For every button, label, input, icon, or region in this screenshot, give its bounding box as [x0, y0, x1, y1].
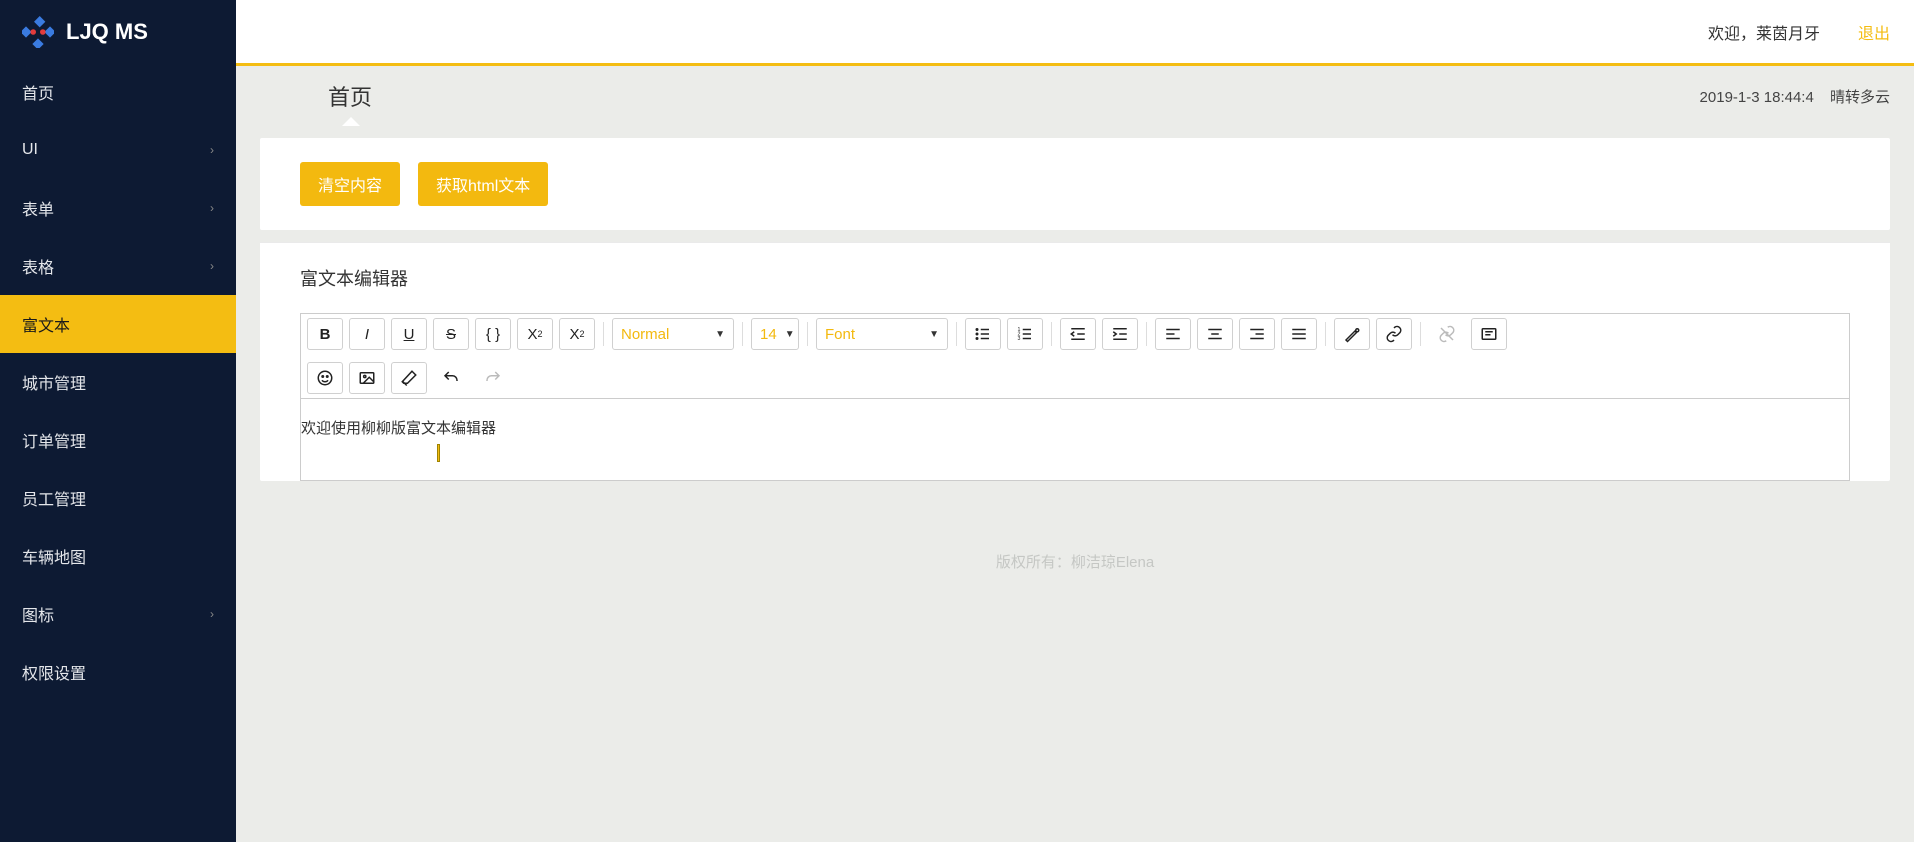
sidebar-item-table[interactable]: 表格 › — [0, 237, 236, 295]
italic-button[interactable]: I — [349, 318, 385, 350]
editor-panel: 富文本编辑器 B I U S { } X2 X2 Normal▼ 14▼ — [260, 242, 1890, 481]
chevron-right-icon: › — [210, 143, 214, 157]
code-block-button[interactable]: { } — [475, 318, 511, 350]
align-justify-button[interactable] — [1281, 318, 1317, 350]
link-button[interactable] — [1376, 318, 1412, 350]
sidebar-item-order[interactable]: 订单管理 — [0, 411, 236, 469]
get-html-button[interactable]: 获取html文本 — [418, 162, 548, 206]
underline-button[interactable]: U — [391, 318, 427, 350]
weather-text: 晴转多云 — [1830, 89, 1890, 106]
undo-button[interactable] — [433, 362, 469, 394]
emoji-button[interactable] — [307, 362, 343, 394]
redo-button[interactable] — [475, 362, 511, 394]
chevron-right-icon: › — [210, 259, 214, 273]
brand-text: LJQ MS — [66, 19, 148, 45]
text-caret-icon — [437, 444, 440, 462]
sidebar-item-city[interactable]: 城市管理 — [0, 353, 236, 411]
indent-button[interactable] — [1102, 318, 1138, 350]
ordered-list-button[interactable]: 123 — [1007, 318, 1043, 350]
caret-down-icon: ▼ — [715, 329, 725, 340]
fontsize-select[interactable]: 14▼ — [751, 318, 799, 350]
sidebar-item-map[interactable]: 车辆地图 — [0, 527, 236, 585]
sidebar-item-staff[interactable]: 员工管理 — [0, 469, 236, 527]
sidebar-item-ui[interactable]: UI › — [0, 121, 236, 179]
topbar: LJQ MS 欢迎，莱茵月牙 退出 — [0, 0, 1914, 63]
fullscreen-button[interactable] — [1471, 318, 1507, 350]
main-content: 首页 2019-1-3 18:44:4 晴转多云 清空内容 获取html文本 富… — [236, 66, 1914, 842]
brand-logo-icon — [22, 16, 54, 48]
brand-area: LJQ MS — [0, 0, 236, 63]
fontfamily-select[interactable]: Font▼ — [816, 318, 948, 350]
panel-title: 富文本编辑器 — [260, 242, 1890, 313]
sidebar-item-form[interactable]: 表单 › — [0, 179, 236, 237]
unordered-list-button[interactable] — [965, 318, 1001, 350]
sidebar-item-richtext[interactable]: 富文本 — [0, 295, 236, 353]
breadcrumb-row: 首页 2019-1-3 18:44:4 晴转多云 — [236, 66, 1914, 126]
chevron-right-icon: › — [210, 201, 214, 215]
sidebar-item-home[interactable]: 首页 — [0, 63, 236, 121]
align-center-button[interactable] — [1197, 318, 1233, 350]
subscript-button[interactable]: X2 — [559, 318, 595, 350]
bold-button[interactable]: B — [307, 318, 343, 350]
action-panel: 清空内容 获取html文本 — [260, 138, 1890, 230]
strikethrough-button[interactable]: S — [433, 318, 469, 350]
heading-select[interactable]: Normal▼ — [612, 318, 734, 350]
welcome-text: 欢迎，莱茵月牙 — [1708, 20, 1820, 44]
editor-toolbar: B I U S { } X2 X2 Normal▼ 14▼ Font▼ — [300, 313, 1850, 398]
logout-link[interactable]: 退出 — [1858, 20, 1890, 44]
color-picker-button[interactable] — [1334, 318, 1370, 350]
sidebar: 首页 UI › 表单 › 表格 › 富文本 城市管理 订单管理 员工管理 车辆地… — [0, 63, 236, 842]
sidebar-item-permission[interactable]: 权限设置 — [0, 643, 236, 701]
caret-down-icon: ▼ — [785, 329, 795, 340]
sidebar-item-icons[interactable]: 图标 › — [0, 585, 236, 643]
unlink-button[interactable] — [1429, 318, 1465, 350]
breadcrumb-arrow-icon — [342, 117, 360, 126]
breadcrumb-title: 首页 — [328, 80, 372, 112]
superscript-button[interactable]: X2 — [517, 318, 553, 350]
outdent-button[interactable] — [1060, 318, 1096, 350]
align-right-button[interactable] — [1239, 318, 1275, 350]
eraser-button[interactable] — [391, 362, 427, 394]
align-left-button[interactable] — [1155, 318, 1191, 350]
topbar-divider — [236, 63, 1914, 66]
chevron-right-icon: › — [210, 607, 214, 621]
status-info: 2019-1-3 18:44:4 晴转多云 — [1700, 86, 1890, 107]
svg-text:3: 3 — [1018, 336, 1021, 342]
clear-button[interactable]: 清空内容 — [300, 162, 400, 206]
footer-copyright: 版权所有：柳洁琼Elena — [236, 551, 1914, 572]
caret-down-icon: ▼ — [929, 329, 939, 340]
image-button[interactable] — [349, 362, 385, 394]
datetime-text: 2019-1-3 18:44:4 — [1700, 89, 1814, 106]
topbar-right: 欢迎，莱茵月牙 退出 — [236, 20, 1914, 44]
editor-textarea[interactable]: 欢迎使用柳柳版富文本编辑器 — [300, 398, 1850, 481]
